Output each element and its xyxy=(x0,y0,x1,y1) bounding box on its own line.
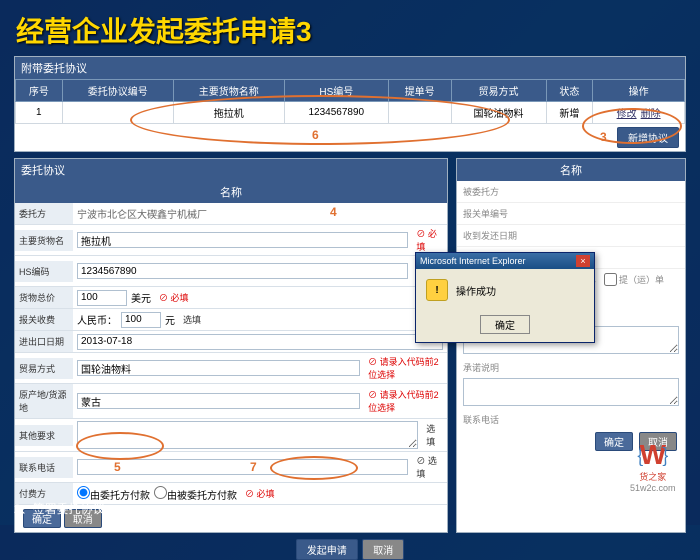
chk[interactable] xyxy=(604,273,617,286)
list-item: 收到发还日期 xyxy=(457,225,685,247)
dialog-ok-button[interactable]: 确定 xyxy=(480,315,530,334)
annot-6: 6 xyxy=(312,128,319,142)
right-phone-label: 联系电话 xyxy=(457,411,685,428)
submit-button[interactable]: 发起申请 xyxy=(296,539,358,560)
entrust-form: 委托协议 名称 委托方宁波市北仑区大碶鑫宁机械厂 主要货物名⊘ 必填 HS编码⊘… xyxy=(14,158,448,533)
dialog-msg: 操作成功 xyxy=(456,283,496,298)
add-agreement-button[interactable]: 新增协议 xyxy=(617,127,679,148)
total-input[interactable] xyxy=(77,290,127,306)
right-name-header: 名称 xyxy=(457,159,685,181)
pay-opt2[interactable] xyxy=(154,486,167,499)
logo: ｛W｛ 货之家51w2c.com xyxy=(624,441,682,493)
goods-input[interactable] xyxy=(77,232,408,248)
trade-input[interactable] xyxy=(77,360,360,376)
name-header: 名称 xyxy=(15,181,447,203)
page-title: 经营企业发起委托申请3 xyxy=(0,0,700,56)
annot-5: 5 xyxy=(114,460,121,474)
table-row: 1拖拉机1234567890国轮油物料新增 修改删除 xyxy=(16,102,685,124)
fee-input[interactable] xyxy=(121,312,161,328)
hs-input[interactable] xyxy=(77,263,408,279)
attached-table: 序号委托协议编号主要货物名称HS编号提单号贸易方式状态操作 1拖拉机123456… xyxy=(15,79,685,124)
promise-ta[interactable] xyxy=(463,378,679,406)
dialog-title: Microsoft Internet Explorer xyxy=(420,256,526,266)
annot-3: 3 xyxy=(600,130,607,144)
submit-cancel-button[interactable]: 取消 xyxy=(362,539,404,560)
close-icon[interactable]: × xyxy=(576,255,590,267)
warning-icon: ! xyxy=(426,279,448,301)
origin-input[interactable] xyxy=(77,393,360,409)
delete-link[interactable]: 删除 xyxy=(641,109,661,120)
pay-opt1[interactable] xyxy=(77,486,90,499)
form-header: 委托协议 xyxy=(15,159,447,181)
attached-panel: 附带委托协议 序号委托协议编号主要货物名称HS编号提单号贸易方式状态操作 1拖拉… xyxy=(14,56,686,152)
alert-dialog: Microsoft Internet Explorer × ! 操作成功 确定 xyxy=(415,252,595,343)
table-header-row: 序号委托协议编号主要货物名称HS编号提单号贸易方式状态操作 xyxy=(16,80,685,102)
attached-header: 附带委托协议 xyxy=(15,57,685,79)
promise-label: 承诺说明 xyxy=(457,359,685,376)
phone-input[interactable] xyxy=(77,459,408,475)
list-item: 被委托方 xyxy=(457,181,685,203)
list-item: 报关单编号 xyxy=(457,203,685,225)
date-input[interactable] xyxy=(77,334,443,350)
annot-7: 7 xyxy=(250,460,257,474)
other-textarea[interactable] xyxy=(77,421,418,449)
annot-4: 4 xyxy=(330,205,337,219)
footer-text: 2、签署委托协议： xyxy=(14,500,117,517)
entrustor-value: 宁波市北仑区大碶鑫宁机械厂 xyxy=(73,204,447,223)
edit-link[interactable]: 修改 xyxy=(617,109,637,120)
